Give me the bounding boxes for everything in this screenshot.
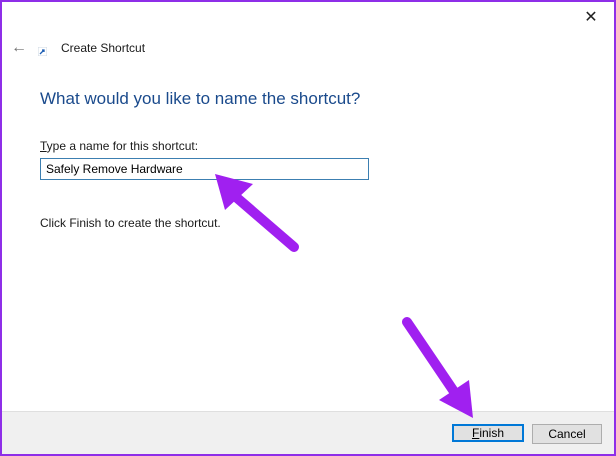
finish-label: inish [479,426,505,440]
label-accelerator: T [40,139,47,153]
create-shortcut-dialog: ✕ ← Create Shortcut What would you like … [0,0,616,456]
close-button[interactable]: ✕ [568,2,614,32]
label-text: ype a name for this shortcut: [46,139,199,153]
finish-instruction: Click Finish to create the shortcut. [40,216,221,230]
dialog-footer: Finish Cancel [2,411,614,454]
shortcut-name-input[interactable] [40,158,369,180]
back-arrow-icon: ← [11,39,27,56]
shortcut-icon [38,46,47,56]
back-button[interactable]: ← [8,37,30,59]
cancel-button[interactable]: Cancel [532,424,602,444]
finish-accelerator: F [471,426,480,440]
finish-button[interactable]: Finish [452,424,524,442]
dialog-title-text: Create Shortcut [61,41,146,55]
dialog-title: Create Shortcut [38,41,146,56]
annotation-arrow-finish [402,317,473,418]
page-heading: What would you like to name the shortcut… [40,89,361,108]
name-field-label: Type a name for this shortcut: [40,139,198,153]
close-icon: ✕ [584,9,598,26]
